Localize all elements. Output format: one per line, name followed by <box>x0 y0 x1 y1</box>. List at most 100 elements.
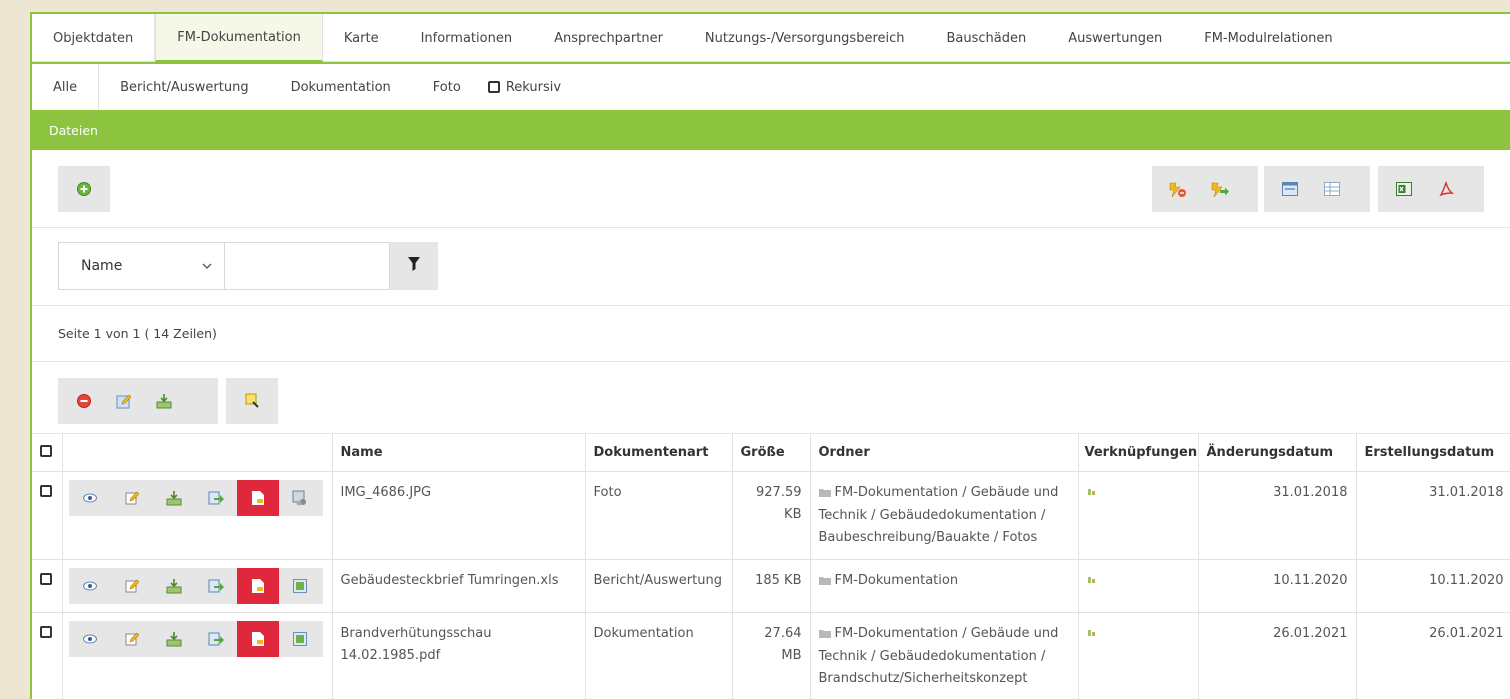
tab-objektdaten[interactable]: Objektdaten <box>32 14 156 62</box>
lightning-add-icon[interactable] <box>1206 175 1234 203</box>
bulk-edit-icon[interactable] <box>110 387 138 415</box>
filter-value-input[interactable] <box>224 242 390 290</box>
move-icon[interactable] <box>153 480 195 516</box>
lightning-group <box>1152 166 1258 212</box>
edit-icon[interactable] <box>111 621 153 657</box>
image-icon[interactable] <box>279 568 321 604</box>
bulk-move-icon[interactable] <box>150 387 178 415</box>
row-aenderungsdatum: 31.01.2018 <box>1198 471 1357 560</box>
subtab-foto[interactable]: Foto <box>412 64 482 110</box>
filter-row: Name <box>32 228 1510 306</box>
row-aenderungsdatum: 10.11.2020 <box>1198 559 1357 613</box>
row-checkbox[interactable] <box>40 484 52 497</box>
document-pdf-icon[interactable] <box>236 620 279 657</box>
row-select-cell <box>32 559 63 613</box>
funnel-icon <box>408 257 420 275</box>
bulk-extra-group <box>226 378 278 424</box>
export-icon[interactable] <box>195 621 237 657</box>
row-dokumentenart: Foto <box>585 471 733 560</box>
row-verknuepfungen[interactable] <box>1078 612 1199 699</box>
tab-karte[interactable]: Karte <box>323 14 400 62</box>
row-checkbox[interactable] <box>40 572 52 585</box>
tab-fm-dokumentation[interactable]: FM-Dokumentation <box>155 14 323 62</box>
bulk-action-row <box>32 362 1510 434</box>
row-verknuepfungen[interactable] <box>1078 559 1199 613</box>
header-groesse[interactable]: Größe <box>732 434 811 472</box>
document-pdf-icon[interactable] <box>236 479 279 516</box>
row-ordner: FM-Dokumentation <box>834 572 959 588</box>
table-row[interactable]: Brandverhütungsschau 14.02.1985.pdf Doku… <box>32 612 1510 699</box>
excel-export-icon[interactable] <box>1390 175 1418 203</box>
files-table: Name Dokumentenart Größe Ordner Verknüpf… <box>32 434 1510 699</box>
document-pdf-icon[interactable] <box>236 567 279 604</box>
view-group <box>1264 166 1370 212</box>
rekursiv-checkbox[interactable] <box>487 81 500 93</box>
header-ordner[interactable]: Ordner <box>810 434 1079 472</box>
tab-nutzungs-versorgungsbereich[interactable]: Nutzungs-/Versorgungsbereich <box>684 14 926 62</box>
folder-icon <box>818 624 831 646</box>
link-icon[interactable] <box>1087 623 1097 645</box>
rekursiv-label: Rekursiv <box>505 79 562 95</box>
add-circle-icon[interactable] <box>70 175 98 203</box>
header-verknuepfungen[interactable]: Verknüpfungen <box>1078 434 1199 472</box>
row-actions-cell <box>62 471 333 560</box>
eye-icon[interactable] <box>69 480 111 516</box>
link-icon[interactable] <box>1087 482 1097 504</box>
row-erstellungsdatum: 26.01.2021 <box>1356 612 1510 699</box>
row-select-cell <box>32 612 63 699</box>
row-erstellungsdatum: 10.11.2020 <box>1356 559 1510 613</box>
tab-auswertungen[interactable]: Auswertungen <box>1047 14 1183 62</box>
row-dokumentenart: Bericht/Auswertung <box>585 559 733 613</box>
filter-button[interactable] <box>390 242 438 290</box>
edit-icon[interactable] <box>111 480 153 516</box>
image-icon[interactable] <box>279 621 321 657</box>
export-icon[interactable] <box>195 568 237 604</box>
tab-ansprechpartner[interactable]: Ansprechpartner <box>533 14 684 62</box>
image-link-icon[interactable] <box>279 480 321 516</box>
select-all-checkbox[interactable] <box>40 444 52 457</box>
eye-icon[interactable] <box>69 621 111 657</box>
table-view-icon[interactable] <box>1318 175 1346 203</box>
link-icon[interactable] <box>1087 570 1097 592</box>
export-icon[interactable] <box>195 480 237 516</box>
pdf-export-icon[interactable] <box>1432 175 1460 203</box>
row-groesse: 927.59 KB <box>732 471 811 560</box>
delete-circle-icon[interactable] <box>70 387 98 415</box>
lightning-remove-icon[interactable] <box>1164 175 1192 203</box>
tab-fm-modulrelationen[interactable]: FM-Modulrelationen <box>1183 14 1353 62</box>
subtab-dokumentation[interactable]: Dokumentation <box>270 64 412 110</box>
header-select-all[interactable] <box>32 434 63 472</box>
row-ordner-cell: FM-Dokumentation / Gebäude und Technik /… <box>810 612 1079 699</box>
row-checkbox[interactable] <box>40 625 52 638</box>
app-frame: Objektdaten FM-Dokumentation Karte Infor… <box>30 12 1510 699</box>
move-icon[interactable] <box>153 621 195 657</box>
bulk-action-group <box>58 378 218 424</box>
table-row[interactable]: Gebäudesteckbrief Tumringen.xls Bericht/… <box>32 559 1510 613</box>
tab-bauschaeden[interactable]: Bauschäden <box>926 14 1048 62</box>
row-select-cell <box>32 471 63 560</box>
rekursiv-toggle[interactable]: Rekursiv <box>482 64 582 110</box>
subtab-bericht-auswertung[interactable]: Bericht/Auswertung <box>99 64 269 110</box>
tab-informationen[interactable]: Informationen <box>400 14 534 62</box>
paging-row: Seite 1 von 1 ( 14 Zeilen) <box>32 306 1510 362</box>
subtab-alle[interactable]: Alle <box>32 64 100 110</box>
header-dokumentenart[interactable]: Dokumentenart <box>585 434 733 472</box>
add-group <box>58 166 110 212</box>
header-erstellungsdatum[interactable]: Erstellungsdatum <box>1356 434 1510 472</box>
eye-icon[interactable] <box>69 568 111 604</box>
edit-icon[interactable] <box>111 568 153 604</box>
header-name[interactable]: Name <box>332 434 586 472</box>
move-icon[interactable] <box>153 568 195 604</box>
row-name[interactable]: IMG_4686.JPG <box>332 471 586 560</box>
row-verknuepfungen[interactable] <box>1078 471 1199 560</box>
highlight-icon[interactable] <box>238 387 266 415</box>
table-row[interactable]: IMG_4686.JPG Foto 927.59 KB FM-Dokumenta… <box>32 471 1510 560</box>
header-aenderungsdatum[interactable]: Änderungsdatum <box>1198 434 1357 472</box>
row-name[interactable]: Gebäudesteckbrief Tumringen.xls <box>332 559 586 613</box>
card-view-icon[interactable] <box>1276 175 1304 203</box>
row-name[interactable]: Brandverhütungsschau 14.02.1985.pdf <box>332 612 586 699</box>
row-action-strip <box>68 479 323 516</box>
row-groesse: 27.64 MB <box>732 612 811 699</box>
filter-field-select[interactable]: Name <box>58 242 224 290</box>
row-ordner: FM-Dokumentation / Gebäude und Technik /… <box>818 625 1059 686</box>
